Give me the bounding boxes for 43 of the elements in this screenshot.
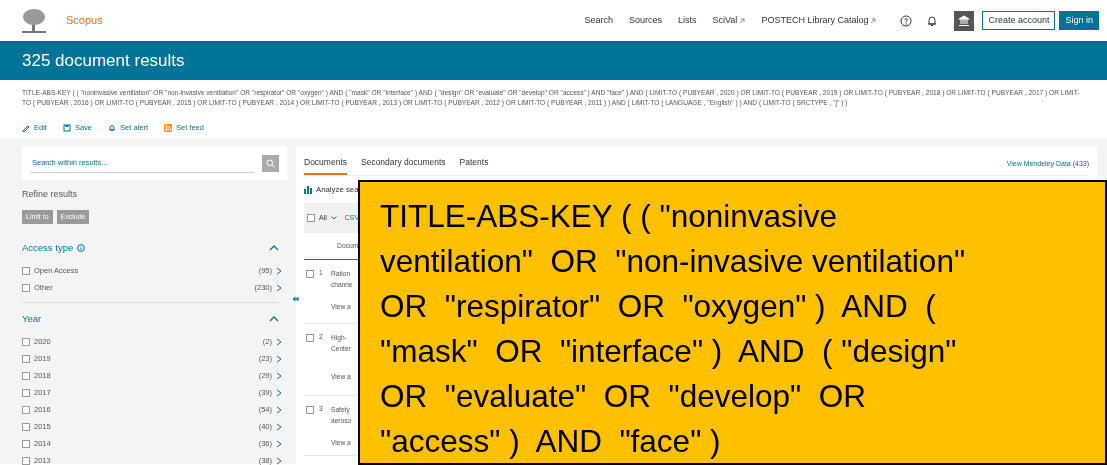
checkbox[interactable] — [22, 354, 30, 363]
bank-icon — [958, 14, 971, 27]
checkbox[interactable] — [22, 283, 30, 292]
tab[interactable]: Secondary documents — [361, 156, 446, 175]
collapse-chevron-icon[interactable] — [269, 245, 279, 251]
institution-button[interactable] — [954, 10, 975, 31]
checkbox[interactable] — [22, 422, 30, 431]
checkbox[interactable] — [306, 270, 314, 279]
checkbox[interactable] — [22, 456, 30, 465]
tab[interactable]: Patents — [459, 156, 489, 175]
facet-title[interactable]: Year — [22, 311, 42, 327]
header-button[interactable]: Create account — [982, 11, 1056, 30]
results-title: 325 document results — [22, 49, 185, 72]
checkbox[interactable] — [22, 405, 30, 414]
header-button[interactable]: Sign in — [1059, 11, 1099, 30]
checkbox[interactable] — [306, 334, 314, 343]
collapse-icon[interactable] — [292, 296, 299, 302]
nav-link[interactable]: POSTECH Library Catalog — [761, 13, 877, 28]
checkbox[interactable] — [22, 388, 30, 397]
bell-icon[interactable] — [926, 14, 939, 27]
search-icon — [266, 158, 275, 168]
checkbox[interactable] — [22, 371, 30, 380]
nav-link[interactable]: Lists — [678, 13, 697, 28]
checkbox[interactable] — [22, 266, 30, 275]
nav-link[interactable]: SciVal — [712, 13, 746, 28]
nav-link[interactable]: Sources — [629, 13, 662, 28]
checkbox[interactable] — [22, 337, 30, 346]
search-button[interactable] — [262, 154, 279, 172]
collapse-chevron-icon[interactable] — [269, 316, 279, 322]
pencil-icon[interactable] — [22, 124, 30, 132]
caret-icon[interactable] — [330, 216, 337, 221]
bar-chart-icon[interactable] — [304, 185, 312, 194]
save-icon[interactable] — [62, 124, 71, 132]
nav-link[interactable]: Search — [584, 13, 613, 28]
callout-box: TITLE-ABS-KEY ( ( "noninvasive ventilation" OR "non-invasive ventilation" OR "respirator" OR "oxygen" ) AND ( "mask" OR "interface" ) AND ( "design" OR "evaluate" OR "develop" OR "access" ) AND "face" ) — [358, 180, 1107, 465]
help-icon[interactable] — [900, 14, 913, 27]
info-icon[interactable] — [77, 244, 86, 252]
refine-title: Refine results — [22, 189, 78, 199]
checkbox[interactable] — [22, 439, 30, 448]
select-all-checkbox[interactable] — [307, 214, 315, 223]
facet-title[interactable]: Access type — [22, 240, 74, 256]
tab[interactable]: Documents — [304, 156, 347, 175]
checkbox[interactable] — [306, 406, 314, 415]
